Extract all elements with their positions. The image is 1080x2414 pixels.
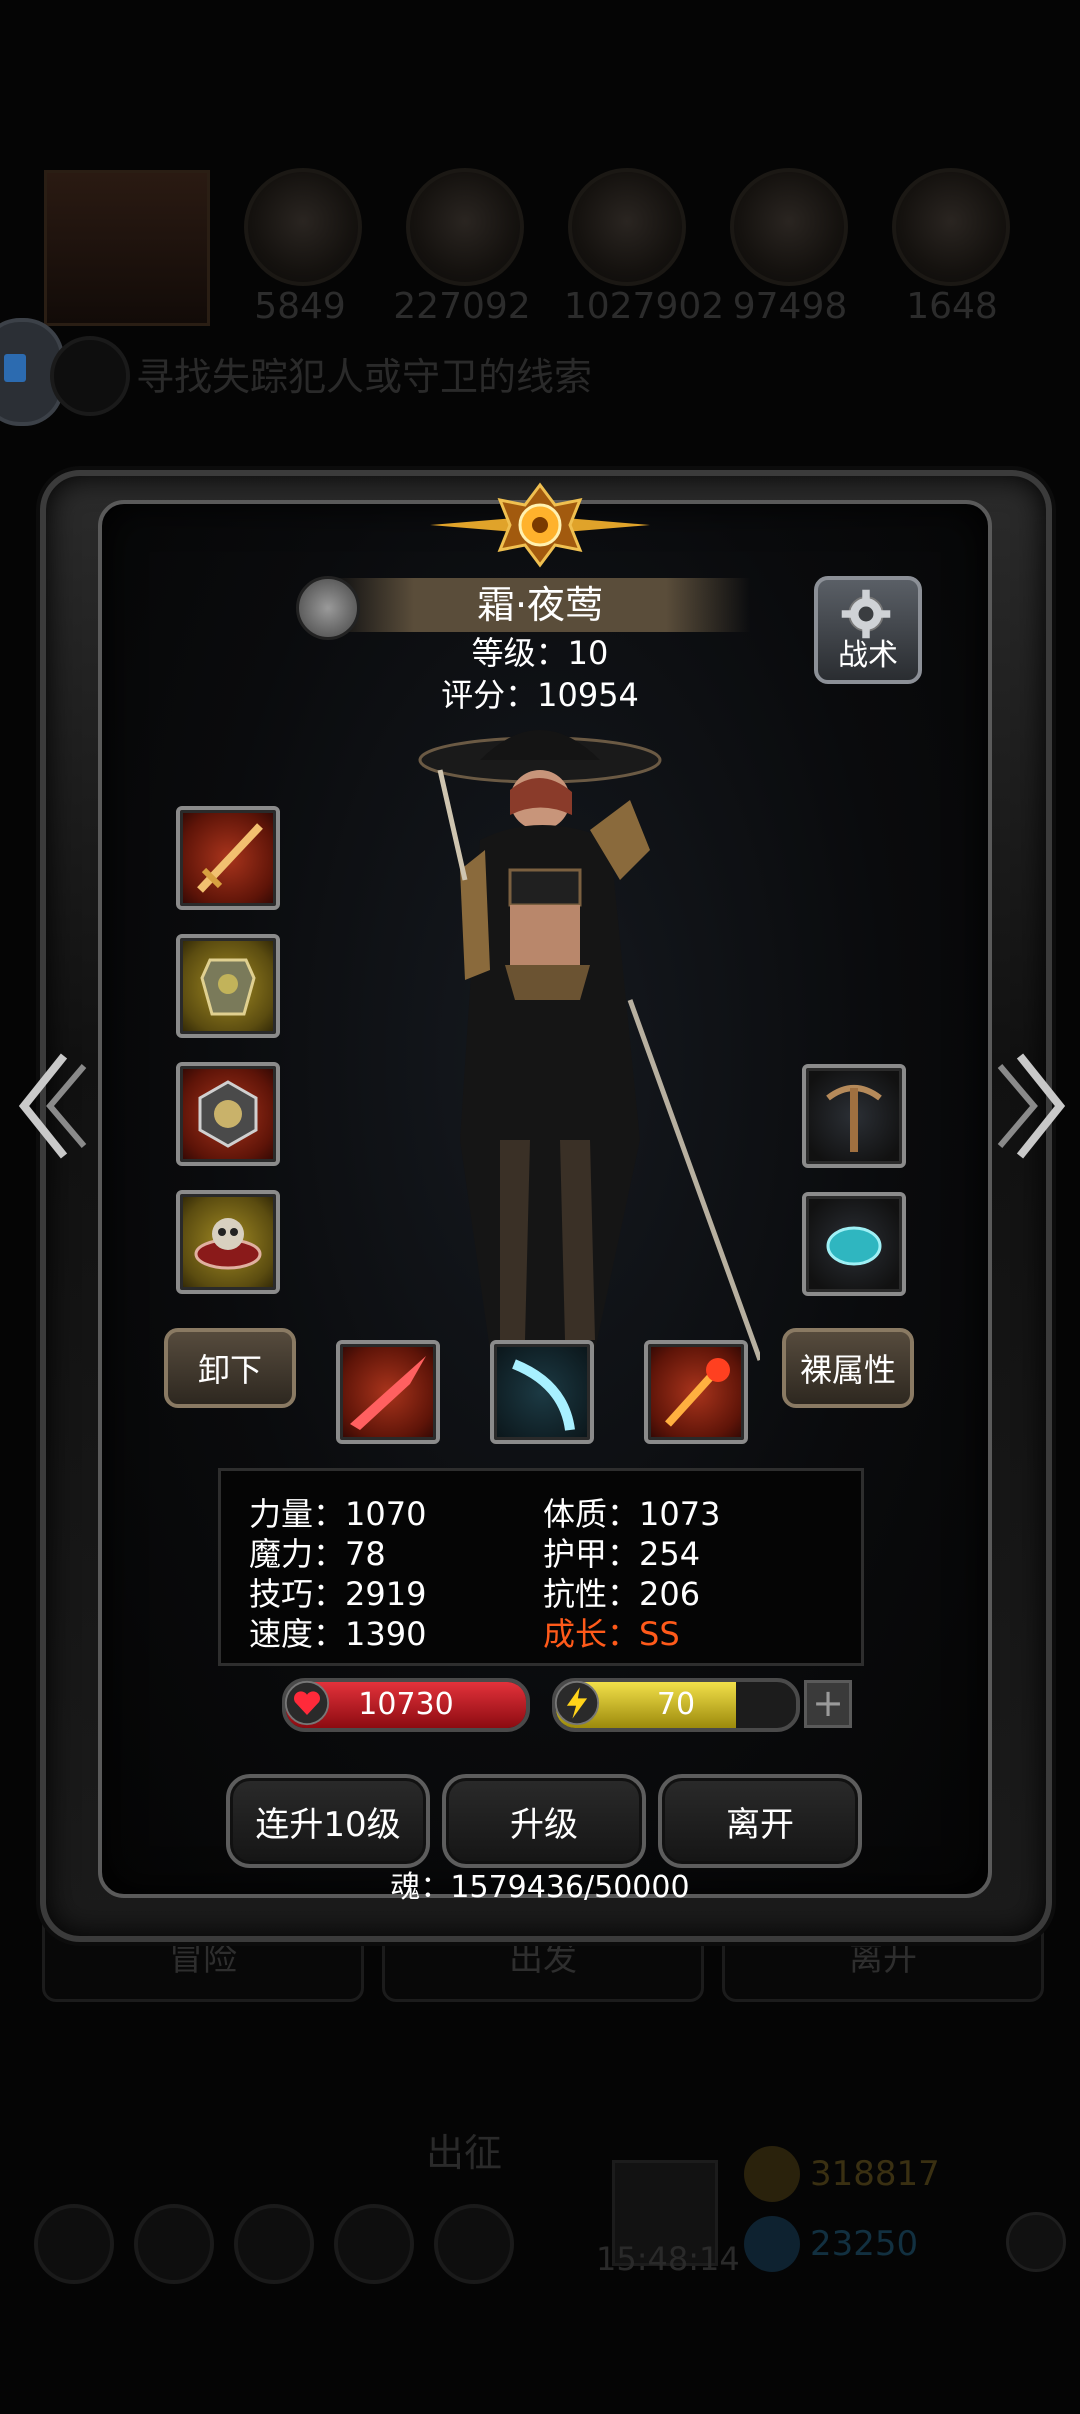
crest-emblem-icon bbox=[430, 482, 650, 568]
skill-slot-2[interactable] bbox=[490, 1340, 594, 1444]
stats-panel: 力量：1070 魔力：78 技巧：2919 速度：1390 体质：1073 护甲… bbox=[218, 1468, 864, 1666]
hero-level-label: 等级： bbox=[471, 634, 568, 672]
bookmark-icon bbox=[4, 354, 26, 382]
bottom-menu-icon-4 bbox=[334, 2204, 414, 2284]
resource-icon-5 bbox=[892, 168, 1010, 286]
portrait-avatar bbox=[44, 170, 210, 326]
add-energy-button[interactable]: + bbox=[804, 1680, 852, 1728]
lightning-icon bbox=[554, 1680, 600, 1726]
gem-icon bbox=[744, 2216, 800, 2272]
resource-count-5: 1648 bbox=[906, 286, 998, 327]
add-button-bg bbox=[1006, 2212, 1066, 2272]
level-up-10-button[interactable]: 连升10级 bbox=[226, 1774, 430, 1868]
bottom-menu-icon-1 bbox=[34, 2204, 114, 2284]
quest-text: 寻找失踪犯人或守卫的线索 bbox=[136, 355, 593, 399]
hero-score-label: 评分： bbox=[441, 676, 538, 714]
skill-slot-1[interactable] bbox=[336, 1340, 440, 1444]
heart-icon bbox=[284, 1680, 330, 1726]
plus-icon: + bbox=[812, 1681, 844, 1725]
clock-text: 15:48:14 bbox=[596, 2240, 740, 2278]
ring-slot[interactable] bbox=[176, 1062, 280, 1166]
weapon-slot[interactable] bbox=[176, 806, 280, 910]
red-slash-skill-icon bbox=[350, 1356, 426, 1430]
leave-button[interactable]: 离开 bbox=[658, 1774, 862, 1868]
resource-icon-3 bbox=[568, 168, 686, 286]
bare-attributes-button[interactable]: 裸属性 bbox=[782, 1328, 914, 1408]
bottom-menu-icon-5 bbox=[434, 2204, 514, 2284]
quest-icon bbox=[50, 336, 130, 416]
gem-slot[interactable] bbox=[802, 1192, 906, 1296]
previous-hero-arrow-icon[interactable] bbox=[14, 1036, 94, 1176]
gold-amount: 318817 bbox=[810, 2154, 940, 2194]
hero-level-value: 10 bbox=[567, 634, 609, 672]
teal-gem-icon bbox=[826, 1226, 882, 1266]
sword-icon bbox=[197, 823, 263, 893]
resource-count-2: 227092 bbox=[393, 286, 531, 327]
skull-ring-icon bbox=[194, 1218, 262, 1270]
skill-slot-3[interactable] bbox=[644, 1340, 748, 1444]
hero-score: 评分：10954 bbox=[330, 670, 750, 716]
hero-level: 等级：10 bbox=[330, 628, 750, 674]
unequip-button[interactable]: 卸下 bbox=[164, 1328, 296, 1408]
resource-icon-4 bbox=[730, 168, 848, 286]
amulet-icon bbox=[198, 1080, 258, 1148]
march-label: 出征 bbox=[426, 2131, 503, 2175]
stat-speed: 速度：1390 bbox=[249, 1615, 427, 1653]
armor-slot[interactable] bbox=[176, 934, 280, 1038]
resource-count-1: 5849 bbox=[254, 286, 346, 327]
gem-amount: 23250 bbox=[810, 2224, 919, 2264]
gold-coin-icon bbox=[744, 2146, 800, 2202]
resource-icon-2 bbox=[406, 168, 524, 286]
chest-armor-icon bbox=[200, 958, 256, 1016]
next-hero-arrow-icon[interactable] bbox=[990, 1036, 1070, 1176]
fire-blade-skill-icon bbox=[665, 1358, 730, 1427]
hero-name: 霜·夜莺 bbox=[476, 583, 604, 627]
offhand-slot[interactable] bbox=[802, 1064, 906, 1168]
crossbow-icon bbox=[826, 1085, 882, 1152]
bottom-menu-icon-2 bbox=[134, 2204, 214, 2284]
accessory-slot[interactable] bbox=[176, 1190, 280, 1294]
resource-icon-1 bbox=[244, 168, 362, 286]
hero-score-value: 10954 bbox=[537, 676, 639, 714]
level-up-button[interactable]: 升级 bbox=[442, 1774, 646, 1868]
ice-slash-skill-icon bbox=[512, 1359, 575, 1431]
bottom-menu-icon-3 bbox=[234, 2204, 314, 2284]
stat-growth: 成长：SS bbox=[543, 1615, 680, 1653]
tactics-button[interactable]: 战术 bbox=[814, 576, 922, 684]
tactics-label: 战术 bbox=[838, 638, 898, 673]
resource-count-4: 97498 bbox=[732, 286, 848, 327]
soul-counter: 魂：1579436/50000 bbox=[390, 1870, 690, 1905]
